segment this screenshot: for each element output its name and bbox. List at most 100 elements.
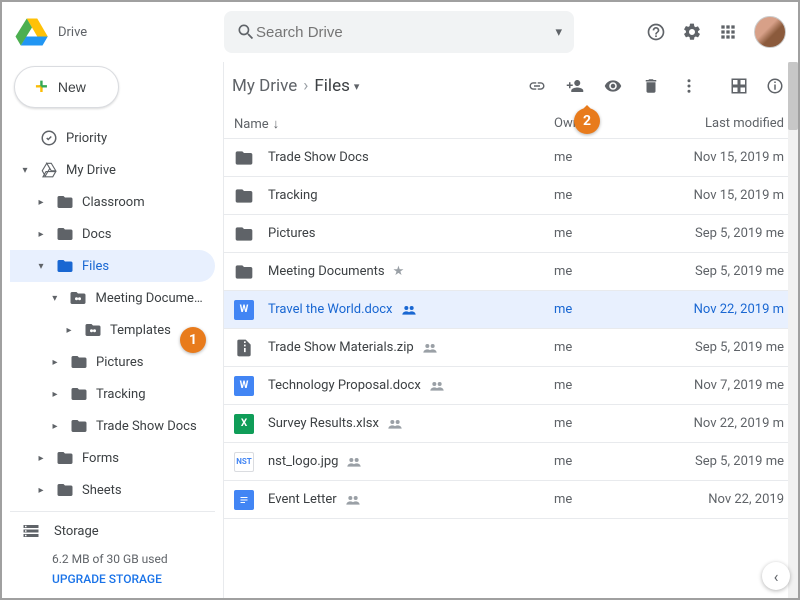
scrollbar-thumb[interactable]	[788, 62, 798, 130]
tree-meeting-docs[interactable]: ▾ Meeting Documen...	[10, 282, 215, 314]
tree-files[interactable]: ▾ Files	[10, 250, 215, 282]
plus-icon: +	[35, 76, 48, 98]
file-name: Trade Show Docs	[268, 150, 554, 165]
file-row[interactable]: WTravel the World.docx meNov 22, 2019 m	[224, 291, 798, 329]
view-toolbar	[730, 77, 784, 95]
chevron-right-icon[interactable]: ▸	[34, 229, 48, 240]
file-row[interactable]: Trade Show Materials.zip meSep 5, 2019 m…	[224, 329, 798, 367]
chevron-down-icon[interactable]: ▾	[34, 261, 48, 272]
breadcrumb-sep: ›	[303, 76, 308, 96]
settings-icon[interactable]	[682, 22, 702, 42]
file-owner: me	[554, 302, 654, 317]
file-row[interactable]: WTechnology Proposal.docx meNov 7, 2019 …	[224, 367, 798, 405]
zip-icon	[234, 338, 254, 358]
file-owner: me	[554, 150, 654, 165]
chevron-down-icon[interactable]: ▾	[18, 165, 32, 176]
search-input[interactable]	[256, 24, 555, 41]
file-modified: Nov 7, 2019 me	[654, 378, 784, 393]
file-name: Technology Proposal.docx	[268, 378, 554, 393]
preview-icon[interactable]	[604, 77, 622, 95]
help-icon[interactable]	[646, 22, 666, 42]
excel-doc-icon: X	[234, 414, 254, 434]
file-row[interactable]: XSurvey Results.xlsx meNov 22, 2019 m	[224, 405, 798, 443]
folder-icon	[56, 257, 74, 275]
chevron-right-icon[interactable]: ▸	[34, 197, 48, 208]
col-modified[interactable]: Last modified	[654, 116, 784, 132]
chevron-right-icon[interactable]: ▸	[48, 357, 62, 368]
annotation-step-2: 2	[574, 108, 600, 134]
apps-icon[interactable]	[718, 22, 738, 42]
priority-icon	[40, 129, 58, 147]
chevron-right-icon[interactable]: ▸	[48, 389, 62, 400]
annotation-step-1: 1	[180, 327, 206, 353]
search-dropdown-icon[interactable]: ▾	[555, 25, 562, 40]
tree-sheets[interactable]: ▸ Sheets	[10, 474, 215, 506]
file-owner: me	[554, 378, 654, 393]
drive-icon	[40, 161, 58, 179]
shared-icon	[346, 456, 362, 468]
shared-icon	[422, 342, 438, 354]
tree-forms[interactable]: ▸ Forms	[10, 442, 215, 474]
file-modified: Sep 5, 2019 me	[654, 340, 784, 355]
file-row[interactable]: Meeting Documents ★meSep 5, 2019 me	[224, 253, 798, 291]
folder-icon	[70, 385, 88, 403]
tree-docs[interactable]: ▸ Docs	[10, 218, 215, 250]
tree-trade-show[interactable]: ▸ Trade Show Docs	[10, 410, 215, 442]
word-doc-icon: W	[234, 300, 254, 320]
file-modified: Sep 5, 2019 me	[654, 264, 784, 279]
col-name[interactable]: Name ↓	[234, 116, 554, 132]
trash-icon[interactable]	[642, 77, 660, 95]
share-icon[interactable]	[566, 77, 584, 95]
file-row[interactable]: Event Letter meNov 22, 2019	[224, 481, 798, 519]
nav-priority[interactable]: Priority	[10, 122, 215, 154]
scrollbar-track[interactable]	[788, 62, 798, 598]
account-avatar[interactable]	[754, 16, 786, 48]
breadcrumb: My Drive › Files ▾	[232, 76, 359, 96]
folder-icon	[234, 224, 254, 244]
chevron-right-icon[interactable]: ▸	[62, 325, 76, 336]
col-owner[interactable]: Owner	[554, 116, 654, 132]
more-icon[interactable]	[680, 77, 698, 95]
nav-my-drive[interactable]: ▾ My Drive	[10, 154, 215, 186]
star-icon: ★	[393, 264, 405, 279]
logo[interactable]: Drive	[14, 14, 214, 50]
breadcrumb-root[interactable]: My Drive	[232, 76, 297, 96]
tree-label: Templates	[110, 323, 171, 338]
file-owner: me	[554, 188, 654, 203]
file-row[interactable]: TrackingmeNov 15, 2019 m	[224, 177, 798, 215]
upgrade-storage-link[interactable]: UPGRADE STORAGE	[52, 572, 211, 586]
breadcrumb-current[interactable]: Files ▾	[314, 76, 359, 96]
chevron-right-icon[interactable]: ▸	[34, 485, 48, 496]
details-icon[interactable]	[766, 77, 784, 95]
tree-label: Tracking	[96, 387, 146, 402]
file-row[interactable]: PicturesmeSep 5, 2019 me	[224, 215, 798, 253]
chevron-down-icon[interactable]: ▾	[48, 293, 61, 304]
tree-label: Forms	[82, 451, 119, 466]
tree-label: Sheets	[82, 483, 122, 498]
tree-label: Pictures	[96, 355, 143, 370]
file-name: Tracking	[268, 188, 554, 203]
tree-tracking[interactable]: ▸ Tracking	[10, 378, 215, 410]
tree-pictures[interactable]: ▸ Pictures	[10, 346, 215, 378]
file-name: Survey Results.xlsx	[268, 416, 554, 431]
folder-icon	[56, 449, 74, 467]
search-icon	[236, 22, 256, 42]
folder-icon	[56, 193, 74, 211]
storage-link[interactable]: Storage	[22, 522, 211, 540]
chevron-right-icon[interactable]: ▸	[48, 421, 62, 432]
file-modified: Nov 22, 2019 m	[654, 416, 784, 431]
file-row[interactable]: NSTnst_logo.jpg meSep 5, 2019 me	[224, 443, 798, 481]
file-row[interactable]: Trade Show DocsmeNov 15, 2019 m	[224, 139, 798, 177]
side-panel-toggle[interactable]: ‹	[762, 562, 790, 590]
storage-used: 6.2 MB of 30 GB used	[52, 552, 211, 566]
tree-classroom[interactable]: ▸ Classroom	[10, 186, 215, 218]
new-button[interactable]: + New	[14, 66, 119, 108]
grid-view-icon[interactable]	[730, 77, 748, 95]
get-link-icon[interactable]	[528, 77, 546, 95]
search-box[interactable]: ▾	[224, 11, 574, 53]
file-owner: me	[554, 264, 654, 279]
shared-icon	[429, 380, 445, 392]
chevron-right-icon[interactable]: ▸	[34, 453, 48, 464]
tree-label: Classroom	[82, 195, 145, 210]
selection-toolbar	[528, 77, 698, 95]
